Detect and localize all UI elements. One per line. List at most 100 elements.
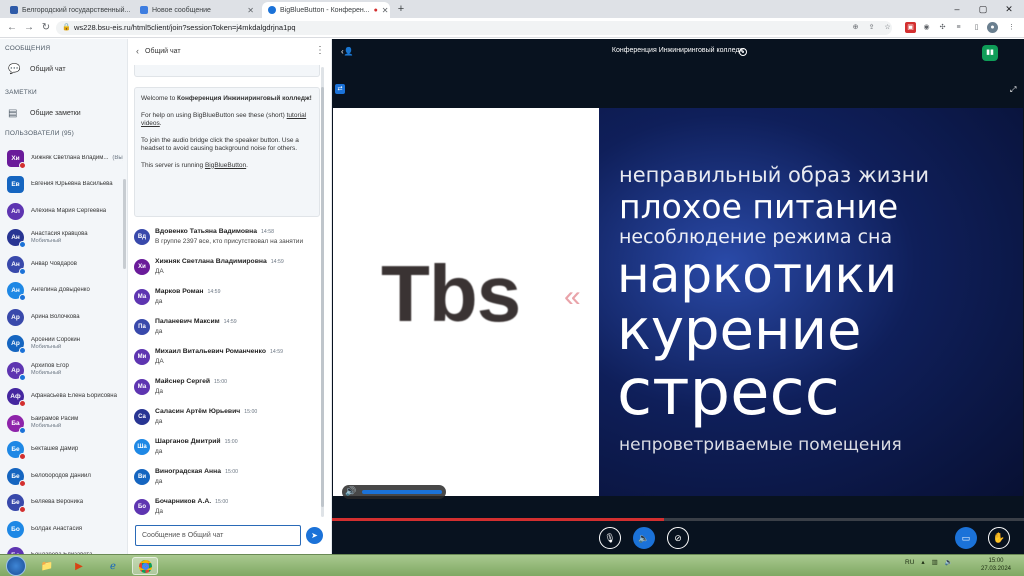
extension-icon[interactable]: ▣	[905, 22, 916, 33]
new-tab-button[interactable]: +	[395, 3, 407, 15]
user-list-item[interactable]: Ал Алёхина Мария Сергеевна	[7, 201, 123, 221]
internet-explorer-icon[interactable]: ℯ	[100, 557, 126, 575]
user-list-item[interactable]: Ар Арсений Сорокин Мобильный	[7, 334, 123, 354]
avatar: Бе	[7, 467, 26, 487]
user-list-item[interactable]: Ба Байрамов Расим Мобильный	[7, 413, 123, 434]
user-list-item[interactable]: Бе Бекташев Дамир	[7, 440, 123, 460]
audio-status-icon	[19, 241, 26, 248]
clock-time: 15:00	[988, 558, 1004, 564]
raise-hand-button[interactable]: ✋	[988, 527, 1010, 549]
browser-menu-icon[interactable]: ⋮	[1006, 22, 1017, 33]
chat-options-icon[interactable]: ⋮	[315, 45, 325, 56]
chat-scrollbar[interactable]	[321, 67, 324, 517]
file-explorer-icon[interactable]: 📁	[34, 557, 60, 575]
shared-notes-link[interactable]: ▤ Общие заметки	[8, 108, 81, 119]
window-close-button[interactable]: ✕	[998, 0, 1020, 18]
recording-status-icon[interactable]	[739, 48, 747, 56]
avatar: Ма	[134, 289, 150, 305]
browser-tab-new-message[interactable]: Новое сообщение ✕	[134, 2, 260, 18]
volume-slider[interactable]	[362, 490, 442, 494]
user-device-label: Мобильный	[31, 343, 62, 350]
user-list-item[interactable]: Ар Архипов Егор Мобильный	[7, 360, 123, 381]
public-chat-link[interactable]: 💬 Общий чат	[8, 64, 66, 75]
browser-tab-bsu[interactable]: Белгородский государственный... ✕	[4, 2, 132, 18]
clock[interactable]: 15:00 27.03.2024	[976, 557, 1016, 573]
minimize-presentation-icon[interactable]: ⇄	[335, 84, 345, 94]
back-arrow-icon[interactable]: ←	[5, 21, 19, 35]
user-list-scrollbar[interactable]	[123, 179, 126, 269]
avatar-initials: Ан	[11, 287, 20, 294]
user-name-text: Алёхина Мария Сергеевна	[31, 207, 107, 214]
chat-panel: ‹ Общий чат ⋮ Welcome to Конференция Инж…	[128, 39, 332, 554]
fullscreen-icon[interactable]: ⤢	[1010, 85, 1016, 95]
presentation-button[interactable]: ▭	[955, 527, 977, 549]
window-maximize-button[interactable]: ▢	[972, 0, 994, 18]
message-time: 15:00	[214, 379, 228, 385]
chrome-icon[interactable]	[132, 557, 158, 575]
close-tab-icon[interactable]: ✕	[130, 6, 132, 15]
volume-control[interactable]: 🔊	[342, 485, 446, 499]
mute-microphone-button[interactable]: 🎙	[599, 527, 621, 549]
tray-arrow-icon[interactable]: ▴	[921, 558, 924, 566]
extensions-puzzle-icon[interactable]: ✣	[937, 22, 948, 33]
share-icon[interactable]: ⇪	[866, 22, 877, 33]
user-list-item[interactable]: БоБондарева Елизавета	[7, 546, 123, 554]
user-list-item[interactable]: Ев Евгения Юрьевна Васильева	[7, 175, 123, 195]
share-webcam-button[interactable]: ⊘	[667, 527, 689, 549]
profile-avatar-icon[interactable]: ●	[987, 22, 998, 33]
speaker-icon[interactable]: 🔊	[345, 486, 356, 497]
reload-icon[interactable]: ↻	[39, 21, 53, 35]
user-list-item[interactable]: Бе Беляева Вероника	[7, 493, 123, 513]
conference-title: Конференция Инжиниринговый колледж	[611, 47, 745, 54]
user-list-item[interactable]: Аф Афанасьева Елена Борисовна	[7, 387, 123, 407]
close-tab-icon[interactable]: ✕	[243, 6, 254, 15]
user-name-text: Белобородов Даниил	[31, 472, 91, 479]
window-minimize-button[interactable]: –	[946, 0, 968, 18]
message-time: 15:00	[225, 469, 239, 475]
user-list-item[interactable]: Бе Белобородов Даниил	[7, 466, 123, 487]
user-name-text: Арсений Сорокин	[31, 336, 80, 343]
bookmark-star-icon[interactable]: ☆	[882, 22, 893, 33]
camera-off-icon: ⊘	[674, 532, 682, 543]
user-list-item[interactable]: Хи Хижняк Светлана Владим...(Вы)	[7, 148, 123, 169]
user-name: Анвар Човдаров	[31, 261, 77, 268]
user-list-item[interactable]: Ан Ангелина Довыденко	[7, 281, 123, 301]
message-text: да	[155, 448, 163, 455]
media-player-icon[interactable]: ▶	[66, 557, 92, 575]
bigbluebutton-link[interactable]: BigBlueButton	[205, 162, 246, 169]
address-bar[interactable]: 🔒 ws228.bsu-eis.ru/html5client/join?sess…	[56, 21, 892, 35]
chevron-left-icon[interactable]: ‹	[136, 46, 139, 56]
avatar-initials: Ар	[11, 313, 20, 321]
user-list-item[interactable]: Ан Анастасия кравцова Мобильный	[7, 228, 123, 248]
side-panel-icon[interactable]: ▯	[971, 22, 982, 33]
media-progress-bar[interactable]	[332, 518, 1024, 521]
user-list-item[interactable]: Бо Болдак Анастасия	[7, 519, 123, 539]
chat-previous-message	[134, 65, 320, 77]
chat-message-list: Welcome to Конференция Инжиниринговый ко…	[134, 65, 320, 519]
connection-status-icon[interactable]: ▮▮	[982, 45, 998, 61]
close-tab-icon[interactable]: ✕	[378, 6, 389, 15]
avatar: Ар	[7, 361, 26, 381]
forward-arrow-icon[interactable]: →	[22, 21, 36, 35]
avatar: Бо	[7, 547, 24, 554]
user-name: Анастасия кравцова Мобильный	[31, 231, 88, 245]
send-message-button[interactable]: ➤	[306, 527, 323, 544]
extension-icon[interactable]: ◉	[921, 22, 932, 33]
user-name-text: Анвар Човдаров	[31, 260, 77, 267]
chat-message-input[interactable]: Сообщение в Общий чат	[135, 525, 301, 546]
downloads-icon[interactable]: ≡	[953, 22, 964, 33]
network-icon[interactable]: ▥	[932, 558, 938, 566]
start-button[interactable]	[6, 556, 26, 576]
zoom-icon[interactable]: ⊕	[850, 22, 861, 33]
slide-line: плохое питание	[619, 187, 899, 226]
browser-tab-bigbluebutton[interactable]: BigBlueButton - Конферен... ● ✕	[262, 2, 390, 18]
volume-icon[interactable]: 🔈	[945, 558, 953, 566]
chat-header[interactable]: ‹ Общий чат	[136, 46, 181, 56]
leave-audio-button[interactable]: 🔈	[633, 527, 655, 549]
avatar: Ба	[7, 414, 26, 434]
message-sender: Михаил Витальевич Романченко 14:59	[155, 348, 283, 355]
user-list-item[interactable]: Ан Анвар Човдаров	[7, 254, 123, 275]
user-list-item[interactable]: Ар Арина Волочкова	[7, 307, 123, 327]
chat-bubble-icon: 💬	[8, 64, 21, 75]
language-indicator[interactable]: RU	[905, 559, 914, 566]
